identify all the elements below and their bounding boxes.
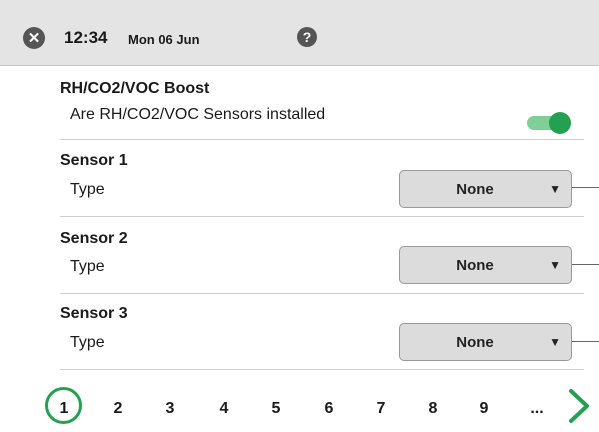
divider <box>60 139 584 140</box>
dropdown-arrow-icon: ▼ <box>549 182 561 196</box>
clock-time: 12:34 <box>64 28 108 47</box>
sensor-2-type-value: None <box>456 257 494 274</box>
clock-date: Mon 06 Jun <box>128 32 200 47</box>
divider <box>60 293 584 294</box>
connector-line <box>572 187 599 188</box>
sensor-3-title: Sensor 3 <box>60 305 128 322</box>
sensor-3-type-select[interactable]: None ▼ <box>399 323 572 361</box>
top-bar: ✕ 12:34 Mon 06 Jun ? <box>0 0 599 66</box>
page-6[interactable]: 6 <box>317 400 341 418</box>
page-5[interactable]: 5 <box>264 400 288 418</box>
help-icon[interactable]: ? <box>297 27 317 47</box>
boost-question: Are RH/CO2/VOC Sensors installed <box>70 106 326 123</box>
connector-line <box>572 341 599 342</box>
sensor-3-type-label: Type <box>70 334 105 351</box>
page-4[interactable]: 4 <box>212 400 236 418</box>
page-8[interactable]: 8 <box>421 400 445 418</box>
toggle-thumb <box>549 112 571 134</box>
sensor-1-type-value: None <box>456 181 494 198</box>
page-3[interactable]: 3 <box>158 400 182 418</box>
divider <box>60 369 584 370</box>
connector-line <box>572 264 599 265</box>
sensor-1-title: Sensor 1 <box>60 152 128 169</box>
close-icon[interactable]: ✕ <box>23 27 45 49</box>
sensor-3-type-value: None <box>456 334 494 351</box>
sensor-2-title: Sensor 2 <box>60 230 128 247</box>
chevron-right-icon[interactable] <box>563 386 593 426</box>
pagination: 1 2 3 4 5 6 7 8 9 ... <box>0 380 599 432</box>
sensor-1-type-select[interactable]: None ▼ <box>399 170 572 208</box>
page-1[interactable]: 1 <box>52 400 76 418</box>
sensor-2-type-select[interactable]: None ▼ <box>399 246 572 284</box>
page-2[interactable]: 2 <box>106 400 130 418</box>
dropdown-arrow-icon: ▼ <box>549 258 561 272</box>
sensors-installed-toggle[interactable] <box>527 112 571 134</box>
divider <box>60 216 584 217</box>
dropdown-arrow-icon: ▼ <box>549 335 561 349</box>
boost-title: RH/CO2/VOC Boost <box>60 80 210 97</box>
sensor-2-type-label: Type <box>70 258 105 275</box>
page-9[interactable]: 9 <box>472 400 496 418</box>
page-7[interactable]: 7 <box>369 400 393 418</box>
sensor-1-type-label: Type <box>70 181 105 198</box>
page-ellipsis[interactable]: ... <box>525 400 549 418</box>
